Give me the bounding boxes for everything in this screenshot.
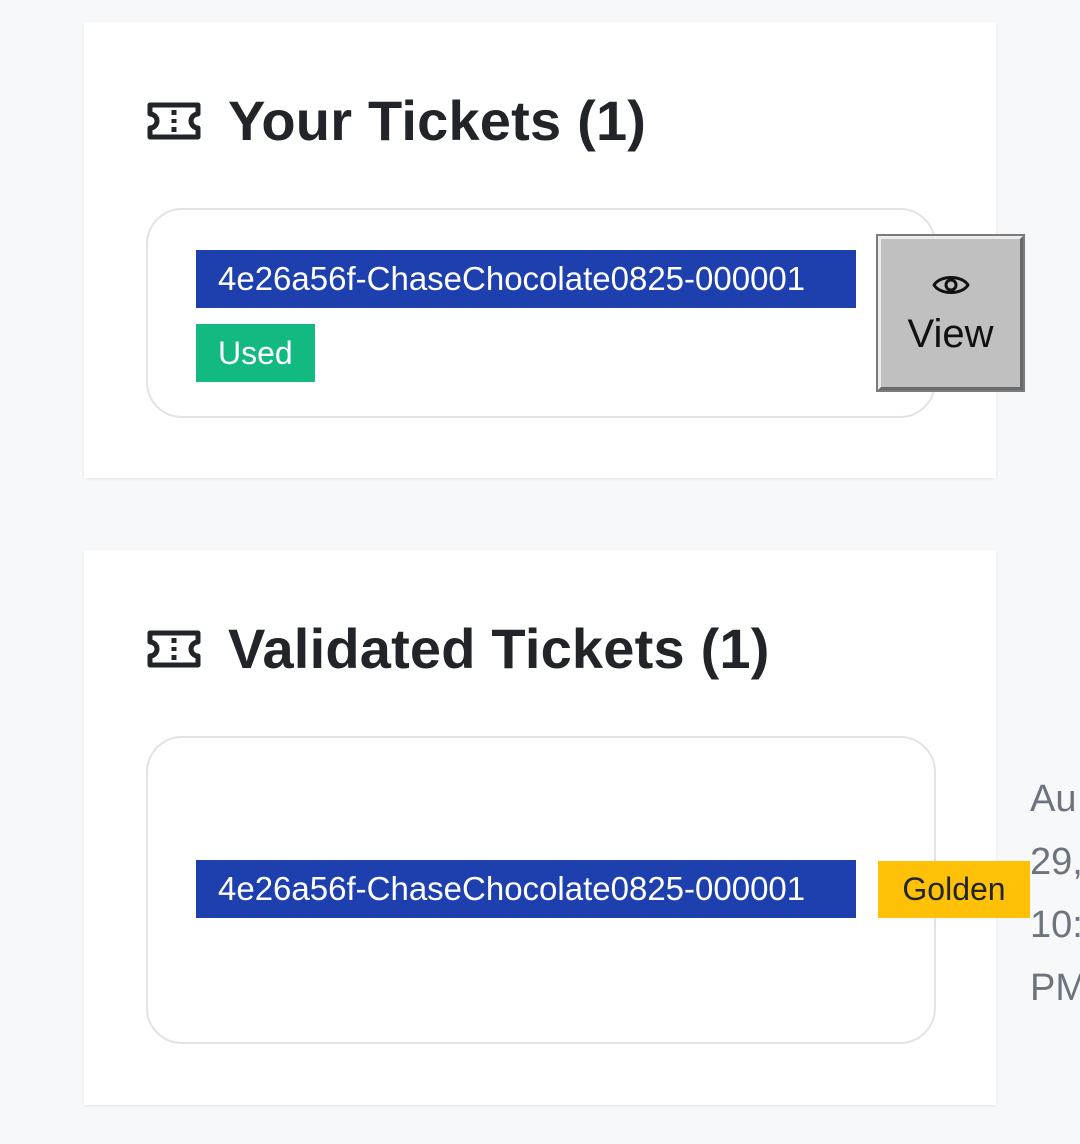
view-button-label: View	[907, 311, 994, 356]
ticket-icon	[146, 629, 202, 669]
validated-tickets-heading: Validated Tickets (1)	[146, 616, 770, 681]
ticket-code: 4e26a56f-ChaseChocolate0825-000001	[196, 250, 856, 308]
ticket-item: 4e26a56f-ChaseChocolate0825-000001 Used	[146, 208, 936, 418]
validated-ticket-item: 4e26a56f-ChaseChocolate0825-000001	[146, 736, 936, 1044]
status-badge: Used	[196, 324, 315, 382]
your-tickets-title: Your Tickets (1)	[228, 89, 647, 152]
ticket-icon	[146, 101, 202, 141]
validated-date: Au 29, 10: PM	[1030, 778, 1080, 1009]
tier-badge: Golden	[878, 861, 1030, 918]
your-tickets-card: Your Tickets (1) 4e26a56f-ChaseChocolate…	[84, 22, 996, 478]
your-tickets-heading: Your Tickets (1)	[146, 88, 646, 153]
ticket-code: 4e26a56f-ChaseChocolate0825-000001	[196, 860, 856, 918]
validated-tickets-title: Validated Tickets (1)	[228, 617, 770, 680]
view-ticket-button[interactable]: View	[876, 234, 1025, 392]
eye-icon	[931, 270, 971, 300]
validated-tickets-card: Validated Tickets (1) 4e26a56f-ChaseChoc…	[84, 550, 996, 1105]
